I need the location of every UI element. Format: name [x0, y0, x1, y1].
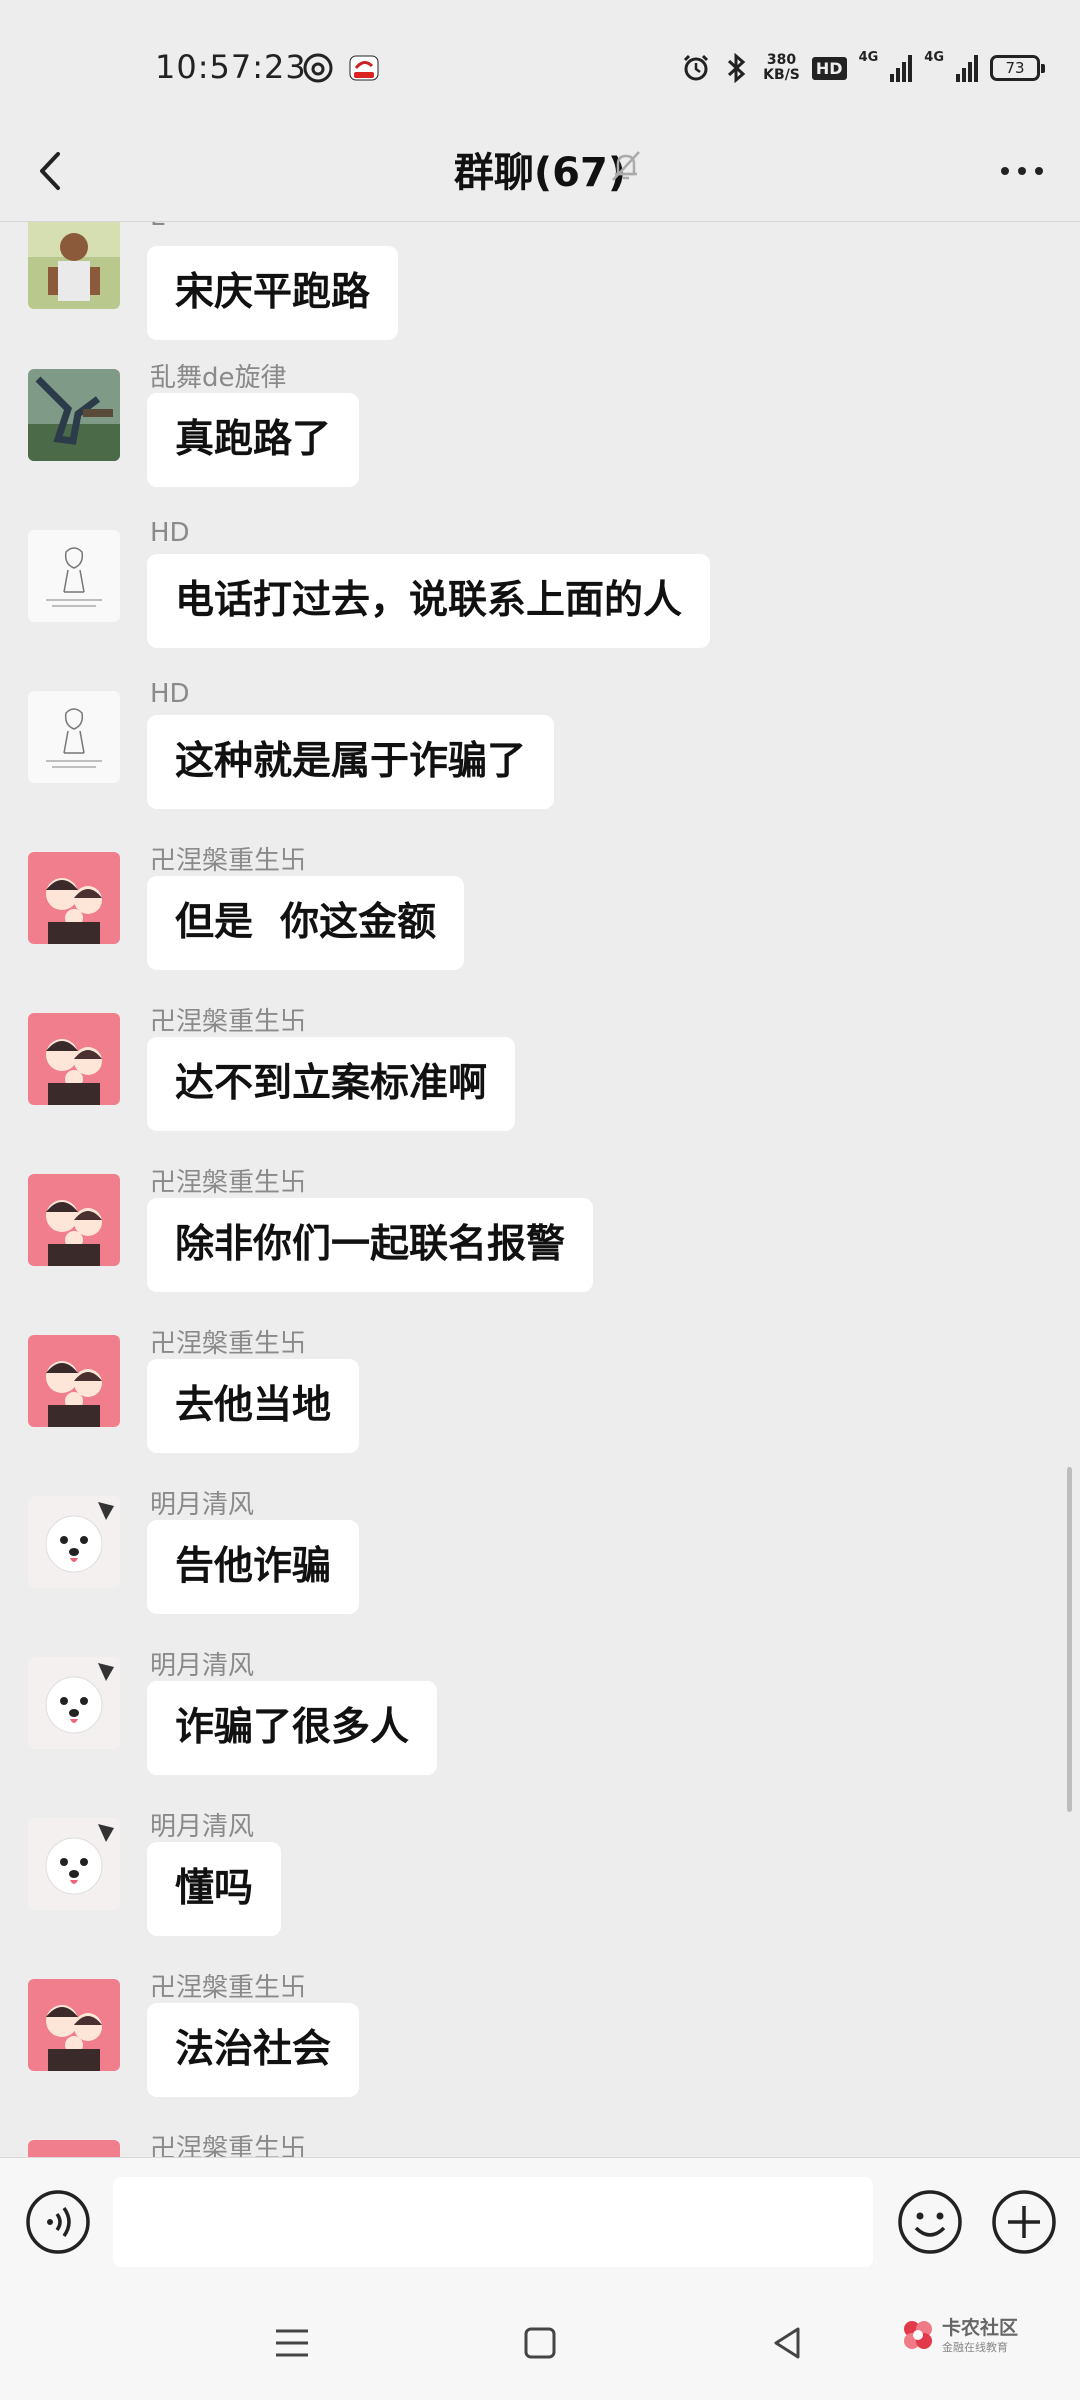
message-item: HD 电话打过去，说联系上面的人	[0, 518, 1080, 691]
kanong-logo-icon	[904, 2321, 932, 2349]
status-time: 10:57:23	[155, 48, 307, 86]
message-sender: 卍涅槃重生卐	[150, 2134, 307, 2157]
message-sender: 卍涅槃重生卐	[150, 1007, 307, 1037]
message-sender: 明月清风	[150, 1651, 255, 1681]
net-speed-value: 380	[766, 52, 797, 68]
more-icon[interactable]	[990, 146, 1054, 196]
alarm-icon	[684, 54, 709, 81]
input-bar	[0, 2157, 1080, 2287]
avatar-sketch-drawing[interactable]	[28, 530, 120, 622]
message-bubble[interactable]: 这种就是属于诈骗了	[147, 715, 555, 809]
message-sender: 卍涅槃重生卐	[150, 1973, 307, 2003]
message-item: 卍涅槃重生卐 但是 你这金额	[0, 846, 1080, 1013]
mute-bell-icon	[612, 151, 640, 181]
chat-title: 群聊(67)	[453, 150, 627, 196]
message-item: 乱舞de旋律 真跑路了	[0, 363, 1080, 530]
message-sender: 明月清风	[150, 1812, 255, 1842]
message-item: 卍涅槃重生卐	[0, 2134, 1080, 2157]
back-triangle-icon[interactable]	[766, 2321, 810, 2365]
watermark-subtext: 金融在线教育	[942, 2341, 1008, 2354]
battery-icon: 73	[990, 55, 1045, 81]
avatar-cartoon-couple[interactable]	[28, 852, 120, 944]
plus-icon[interactable]	[990, 2188, 1058, 2256]
message-item: 明月清风 告他诈骗	[0, 1490, 1080, 1657]
message-bubble[interactable]: 真跑路了	[147, 393, 360, 487]
status-bar: 10:57:23 380 KB/S HD 4G 4G 73	[0, 0, 1080, 120]
message-bubble[interactable]: 法治社会	[147, 2003, 360, 2097]
message-bubble[interactable]: 去他当地	[147, 1359, 360, 1453]
net-4g-b: 4G	[924, 50, 944, 65]
message-sender: 乱舞de旋律	[150, 363, 287, 393]
emoji-icon[interactable]	[896, 2188, 964, 2256]
signal-icon-2	[956, 54, 978, 82]
message-bubble[interactable]: 达不到立案标准啊	[147, 1037, 516, 1131]
avatar-robot-scene[interactable]	[28, 369, 120, 461]
message-bubble[interactable]: 但是 你这金额	[147, 876, 465, 970]
message-sender: L	[150, 222, 165, 232]
message-sender: 明月清风	[150, 1490, 255, 1520]
status-right-icons: 380 KB/S HD 4G 4G 73	[681, 48, 1045, 88]
avatar-sketch-drawing[interactable]	[28, 691, 120, 783]
message-bubble[interactable]: 懂吗	[147, 1842, 282, 1936]
net-speed: 380 KB/S	[763, 53, 800, 83]
bluetooth-icon	[728, 52, 746, 84]
message-bubble[interactable]: 电话打过去，说联系上面的人	[147, 554, 711, 648]
message-sender: 卍涅槃重生卐	[150, 1329, 307, 1359]
message-item: 明月清风 懂吗	[0, 1812, 1080, 1979]
message-item: HD 这种就是属于诈骗了	[0, 679, 1080, 852]
home-icon[interactable]	[518, 2321, 562, 2365]
message-bubble[interactable]: 除非你们一起联名报警	[147, 1198, 594, 1292]
system-nav-bar: 卡农社区 金融在线教育	[0, 2287, 1080, 2400]
hd-badge: HD	[811, 56, 847, 80]
netease-music-icon	[303, 53, 333, 83]
message-bubble[interactable]: 诈骗了很多人	[147, 1681, 438, 1775]
avatar-white-dog[interactable]	[28, 1657, 120, 1749]
chat-message-list[interactable]: L 宋庆平跑路 乱舞de旋律 真跑路了 HD 电话打过去，说联系上面的人	[0, 222, 1080, 2157]
message-bubble[interactable]: 告他诈骗	[147, 1520, 360, 1614]
message-input[interactable]	[113, 2177, 873, 2267]
scrollbar[interactable]	[1067, 1467, 1072, 1812]
avatar-man-photo[interactable]	[28, 222, 120, 309]
voice-icon[interactable]	[24, 2188, 92, 2256]
message-item: 卍涅槃重生卐 法治社会	[0, 1973, 1080, 2140]
avatar-cartoon-couple[interactable]	[28, 1979, 120, 2071]
avatar-white-dog[interactable]	[28, 1818, 120, 1910]
menu-icon[interactable]	[270, 2321, 314, 2365]
message-item: 卍涅槃重生卐 除非你们一起联名报警	[0, 1168, 1080, 1335]
message-item: 明月清风 诈骗了很多人	[0, 1651, 1080, 1818]
avatar-cartoon-couple[interactable]	[28, 1335, 120, 1427]
avatar-cartoon-couple[interactable]	[28, 1174, 120, 1266]
net-4g-a: 4G	[858, 50, 879, 65]
net-speed-unit: KB/S	[763, 67, 800, 83]
message-item: 卍涅槃重生卐 去他当地	[0, 1329, 1080, 1496]
message-item: 卍涅槃重生卐 达不到立案标准啊	[0, 1007, 1080, 1174]
title-wrap: 群聊(67)	[0, 140, 1080, 198]
watermark-text: 卡农社区	[942, 2317, 1019, 2339]
message-bubble[interactable]: 宋庆平跑路	[147, 246, 399, 340]
avatar-cartoon-couple[interactable]	[28, 2140, 120, 2157]
message-sender: HD	[150, 518, 190, 548]
signal-icon	[890, 54, 913, 82]
app-notification-icon	[349, 55, 379, 81]
avatar-white-dog[interactable]	[28, 1496, 120, 1588]
message-sender: 卍涅槃重生卐	[150, 1168, 307, 1198]
message-sender: HD	[150, 679, 190, 709]
title-bar: 群聊(67)	[0, 120, 1080, 222]
message-sender: 卍涅槃重生卐	[150, 846, 307, 876]
watermark: 卡农社区 金融在线教育	[900, 2313, 1050, 2363]
avatar-cartoon-couple[interactable]	[28, 1013, 120, 1105]
